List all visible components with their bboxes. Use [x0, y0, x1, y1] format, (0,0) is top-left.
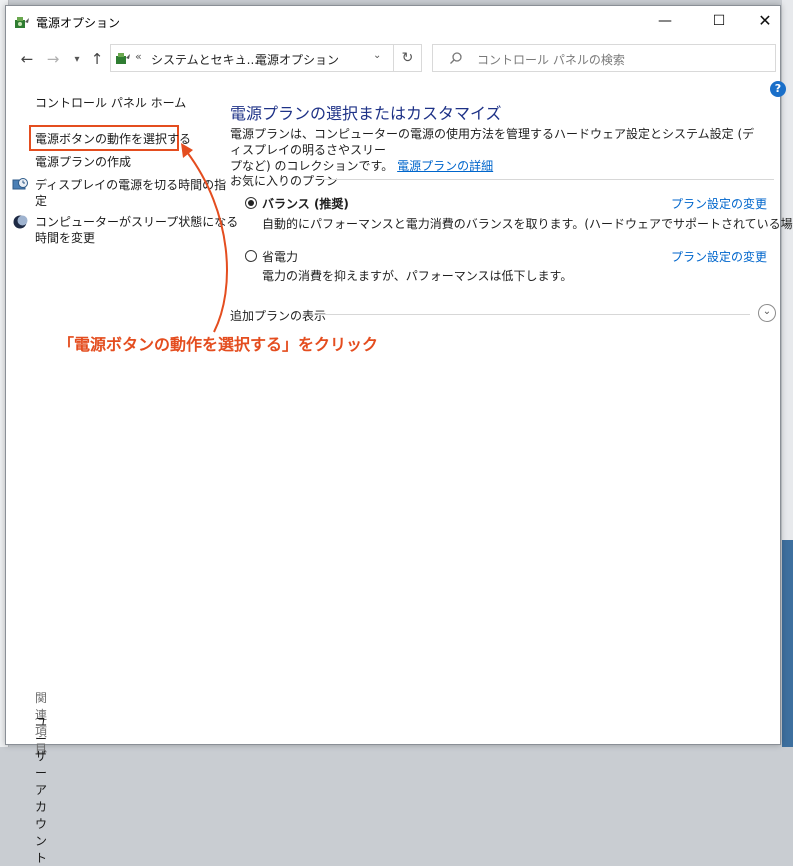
plan-balanced-description: 自動的にパフォーマンスと電力消費のバランスを取ります。(ハードウェアでサポートさ… — [262, 217, 793, 231]
refresh-icon: ↻ — [401, 50, 414, 66]
arrow-up-icon: ↑ — [90, 50, 104, 68]
control-panel-icon — [116, 53, 130, 64]
favorite-plans-divider — [322, 179, 774, 180]
search-placeholder: コントロール パネルの検索 — [477, 53, 625, 67]
plan-power-saver-description: 電力の消費を抑えますが、パフォーマンスは低下します。 — [262, 269, 573, 283]
sidebar-item-power-button-action[interactable]: 電源ボタンの動作を選択する — [35, 130, 191, 147]
close-button[interactable]: ✕ — [742, 6, 788, 36]
background-desktop-stripe — [782, 540, 793, 747]
sleep-moon-icon — [13, 215, 28, 229]
page-title: 電源プランの選択またはカスタマイズ — [230, 104, 502, 123]
additional-plans-divider — [318, 314, 750, 315]
title-bar: 電源オプション — ☐ ✕ — [6, 6, 780, 38]
description-line-1: 電源プランは、コンピューターの電源の使用方法を管理するハードウェア設定とシステム… — [230, 127, 755, 157]
sidebar-item-sleep-time-line1: コンピューターがスリープ状態になる — [35, 215, 239, 229]
plan-power-saver-radio[interactable] — [245, 250, 257, 262]
maximize-button[interactable]: ☐ — [696, 6, 742, 36]
search-icon — [450, 52, 462, 64]
breadcrumb-separator[interactable]: › — [239, 50, 243, 63]
plan-balanced-change-settings-link[interactable]: プラン設定の変更 — [671, 195, 767, 212]
related-item-user-accounts[interactable]: ユーザー アカウント — [35, 713, 47, 866]
search-input[interactable]: コントロール パネルの検索 — [432, 44, 776, 72]
up-button[interactable]: ↑ — [86, 48, 108, 70]
sidebar-item-display-off-time[interactable]: ディスプレイの電源を切る時間の指 定 — [35, 177, 226, 209]
minimize-button[interactable]: — — [642, 6, 688, 36]
chevron-down-icon: ⌄ — [762, 306, 772, 317]
expand-additional-plans-button[interactable]: ⌄ — [758, 304, 776, 322]
recent-locations-button[interactable]: ▾ — [66, 49, 88, 71]
show-additional-plans-label[interactable]: 追加プランの表示 — [230, 307, 326, 324]
plan-balanced-name[interactable]: バランス (推奨) — [262, 195, 349, 212]
page-description: 電源プランは、コンピューターの電源の使用方法を管理するハードウェア設定とシステム… — [230, 126, 765, 174]
address-bar[interactable]: « システムとセキュ... › 電源オプション ⌄ — [110, 44, 394, 72]
arrow-left-icon: ← — [20, 50, 34, 68]
power-options-icon — [15, 17, 29, 28]
display-clock-icon — [12, 178, 28, 190]
arrow-right-icon: → — [46, 50, 60, 68]
refresh-button[interactable]: ↻ — [394, 44, 422, 72]
help-icon[interactable]: ? — [770, 81, 786, 97]
sidebar-item-display-off-time-line2: 定 — [35, 194, 48, 208]
window-title: 電源オプション — [36, 16, 121, 30]
breadcrumb-power-options[interactable]: 電源オプション — [255, 51, 339, 68]
address-dropdown-icon[interactable]: ⌄ — [373, 50, 381, 61]
sidebar-item-control-panel-home[interactable]: コントロール パネル ホーム — [35, 94, 186, 111]
sidebar-item-sleep-time[interactable]: コンピューターがスリープ状態になる 時間を変更 — [35, 214, 238, 246]
plan-power-saver-change-settings-link[interactable]: プラン設定の変更 — [671, 248, 767, 265]
plan-power-saver-name[interactable]: 省電力 — [262, 248, 298, 265]
sidebar-item-display-off-time-line1: ディスプレイの電源を切る時間の指 — [35, 178, 227, 192]
breadcrumb-overflow[interactable]: « — [135, 50, 142, 63]
description-line-2-text: プなど) のコレクションです。 — [230, 159, 394, 173]
forward-button[interactable]: → — [42, 48, 64, 70]
sidebar-item-create-power-plan[interactable]: 電源プランの作成 — [35, 153, 131, 170]
plan-balanced-radio[interactable] — [245, 197, 257, 209]
favorite-plans-label: お気に入りのプラン — [230, 174, 339, 188]
annotation-text: 「電源ボタンの動作を選択する」をクリック — [58, 335, 379, 354]
sidebar-item-sleep-time-line2: 時間を変更 — [35, 231, 96, 245]
power-options-window: 電源オプション — ☐ ✕ ← → ▾ ↑ « システムとセキュ... › 電源… — [5, 5, 793, 865]
power-plan-details-link[interactable]: 電源プランの詳細 — [397, 159, 493, 173]
chevron-down-icon: ▾ — [74, 54, 80, 65]
back-button[interactable]: ← — [16, 48, 38, 70]
